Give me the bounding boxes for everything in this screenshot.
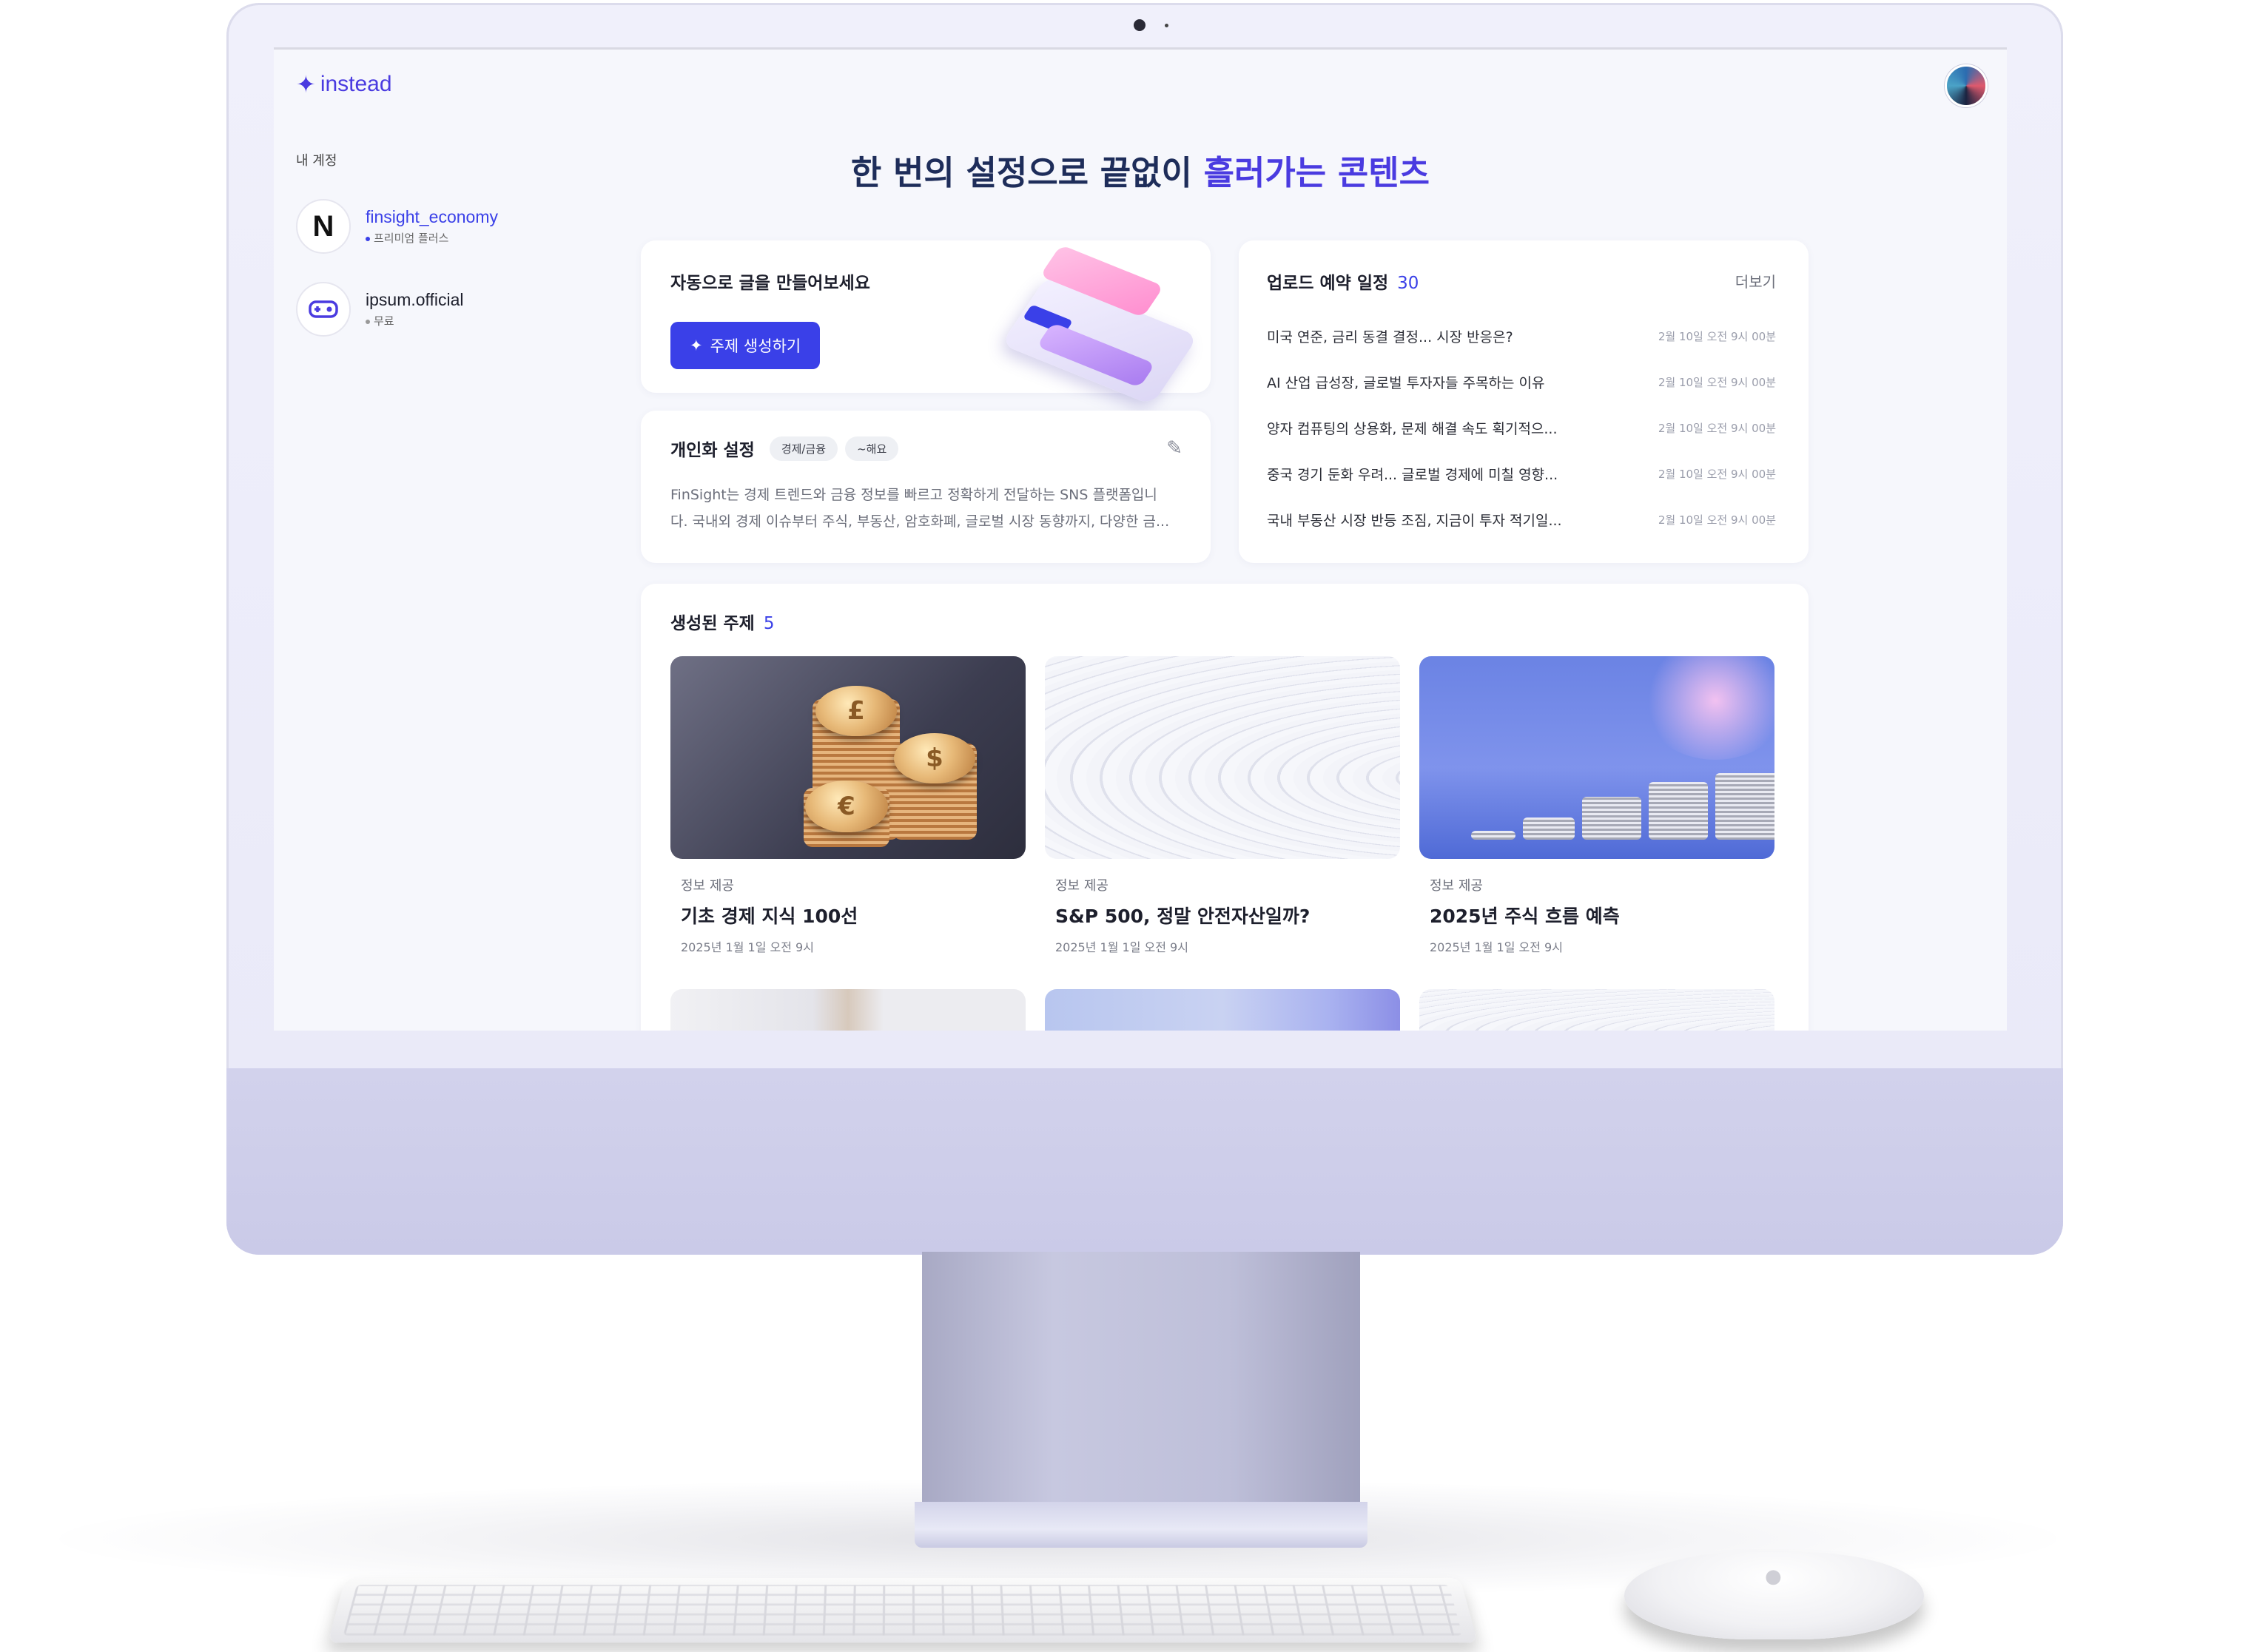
- mouse: ●: [1624, 1552, 1924, 1639]
- schedule-item-time: 2월 10일 오전 9시 00분: [1658, 513, 1776, 527]
- schedule-item[interactable]: 중국 경기 둔화 우려... 글로벌 경제에 미칠 영향... 2월 10일 오전…: [1267, 451, 1776, 496]
- chip-tone[interactable]: ~해요: [845, 436, 899, 461]
- schedule-list: 미국 연준, 금리 동결 결정... 시장 반응은? 2월 10일 오전 9시 0…: [1267, 313, 1776, 542]
- schedule-item-title: 중국 경기 둔화 우려... 글로벌 경제에 미칠 영향...: [1267, 466, 1558, 483]
- logo-text: instead: [320, 72, 392, 96]
- sparkle-icon: ✦: [690, 337, 703, 354]
- silver-stack-4: [1649, 782, 1708, 840]
- game-controller-icon: [296, 282, 351, 337]
- schedule-item-title: AI 산업 급성장, 글로벌 투자자들 주목하는 이유: [1267, 374, 1545, 391]
- edit-pencil-icon[interactable]: ✎: [1166, 437, 1182, 459]
- schedule-item-time: 2월 10일 오전 9시 00분: [1658, 421, 1776, 435]
- illustration-cards: [996, 244, 1199, 405]
- schedule-item[interactable]: 양자 컴퓨팅의 상용화, 문제 해결 속도 획기적으... 2월 10일 오전 9…: [1267, 405, 1776, 451]
- topic-thumbnail-silver-coins[interactable]: [1419, 656, 1774, 859]
- upload-schedule-card: 업로드 예약 일정 30 더보기 미국 연준, 금리 동결 결정... 시장 반응…: [1239, 240, 1809, 563]
- schedule-item[interactable]: 미국 연준, 금리 동결 결정... 시장 반응은? 2월 10일 오전 9시 0…: [1267, 313, 1776, 359]
- schedule-item-time: 2월 10일 오전 9시 00분: [1658, 375, 1776, 389]
- topic-thumbnail-partial[interactable]: [1419, 989, 1774, 1031]
- schedule-item-title: 미국 연준, 금리 동결 결정... 시장 반응은?: [1267, 328, 1513, 345]
- personalization-description: FinSight는 경제 트렌드와 금융 정보를 빠르고 정확하게 전달하는 S…: [670, 482, 1188, 535]
- schedule-count: 30: [1397, 274, 1419, 293]
- auto-create-title: 자동으로 글을 만들어보세요: [670, 274, 870, 293]
- app-screen: ✦ instead 내 계정 N finsight_economy 프리미엄 플…: [274, 47, 2007, 1031]
- personalization-header: 개인화 설정 경제/금융 ~해요: [670, 436, 899, 461]
- star-logo-icon: ✦: [296, 71, 316, 98]
- account-name: ipsum.official: [366, 290, 464, 309]
- headline-text: 한 번의 설정으로 끝없이: [850, 153, 1204, 192]
- account-logo-n-icon: N: [296, 199, 351, 254]
- topic-date: 2025년 1월 1일 오전 9시: [681, 940, 814, 954]
- topic-date: 2025년 1월 1일 오전 9시: [1430, 940, 1563, 954]
- schedule-header: 업로드 예약 일정 30: [1267, 269, 1419, 294]
- account-plan: 무료: [366, 313, 464, 328]
- account-plan-label: 무료: [374, 314, 394, 328]
- topic-category: 정보 제공: [681, 878, 734, 894]
- description-line-1: FinSight는 경제 트렌드와 금융 정보를 빠르고 정확하게 전달하는 S…: [670, 487, 1157, 503]
- silver-stack-3: [1582, 797, 1641, 840]
- topic-category: 정보 제공: [1430, 878, 1483, 894]
- glow-shape: [1641, 656, 1774, 760]
- topic-title[interactable]: S&P 500, 정말 안전자산일까?: [1055, 902, 1310, 928]
- plan-dot-icon: [366, 236, 370, 241]
- pound-coin-icon: £: [815, 686, 897, 736]
- imac-stand-foot: [915, 1502, 1367, 1548]
- headline-accent-text: 흘러가는 콘텐츠: [1203, 153, 1430, 192]
- topic-title[interactable]: 기초 경제 지식 100선: [681, 902, 858, 928]
- topic-thumbnail-coins[interactable]: £ $ €: [670, 656, 1026, 859]
- schedule-title: 업로드 예약 일정: [1267, 274, 1389, 293]
- silver-stack-2: [1523, 817, 1575, 840]
- account-name: finsight_economy: [366, 207, 498, 226]
- topic-thumbnail-partial[interactable]: [670, 989, 1026, 1031]
- description-line-2: 다. 국내외 경제 이슈부터 주식, 부동산, 암호화폐, 글로벌 시장 동향까…: [670, 513, 1170, 530]
- imac-chin: [226, 1068, 2063, 1255]
- silver-stack-5: [1715, 773, 1774, 840]
- sidebar-account-finsight[interactable]: N finsight_economy 프리미엄 플러스: [296, 199, 498, 254]
- keyboard-keys: [343, 1585, 1463, 1636]
- topic-thumbnail-waves[interactable]: [1045, 656, 1400, 859]
- silver-stack-1: [1471, 831, 1515, 840]
- generate-topic-button[interactable]: ✦ 주제 생성하기: [670, 322, 821, 369]
- user-avatar[interactable]: [1945, 64, 1988, 107]
- keyboard: [327, 1577, 1478, 1643]
- account-plan-label: 프리미엄 플러스: [374, 232, 449, 245]
- topic-date: 2025년 1월 1일 오전 9시: [1055, 940, 1188, 954]
- auto-create-card: 자동으로 글을 만들어보세요 ✦ 주제 생성하기: [641, 240, 1211, 405]
- euro-coin-icon: €: [805, 781, 888, 832]
- page-headline: 한 번의 설정으로 끝없이 흘러가는 콘텐츠: [274, 146, 2007, 194]
- plan-dot-icon: [366, 319, 370, 324]
- topics-title: 생성된 주제: [670, 614, 755, 633]
- schedule-item[interactable]: AI 산업 급성장, 글로벌 투자자들 주목하는 이유 2월 10일 오전 9시 …: [1267, 359, 1776, 405]
- camera-sensor: [1165, 24, 1168, 27]
- dollar-coin-icon: $: [894, 733, 975, 783]
- account-plan: 프리미엄 플러스: [366, 230, 498, 246]
- topic-title[interactable]: 2025년 주식 흐름 예측: [1430, 902, 1620, 928]
- schedule-item-title: 양자 컴퓨팅의 상용화, 문제 해결 속도 획기적으...: [1267, 420, 1558, 437]
- topic-category: 정보 제공: [1055, 878, 1109, 894]
- apple-logo-icon: ●: [1765, 1565, 1782, 1588]
- chip-category[interactable]: 경제/금융: [769, 436, 838, 461]
- schedule-item[interactable]: 국내 부동산 시장 반등 조짐, 지금이 투자 적기일... 2월 10일 오전 …: [1267, 496, 1776, 542]
- topics-count: 5: [763, 614, 775, 633]
- app-logo[interactable]: ✦ instead: [296, 70, 392, 98]
- personalization-card: 개인화 설정 경제/금융 ~해요 ✎ FinSight는 경제 트렌드와 금융 …: [641, 411, 1211, 563]
- camera-icon: [1134, 19, 1145, 31]
- schedule-item-time: 2월 10일 오전 9시 00분: [1658, 467, 1776, 481]
- topic-thumbnail-partial[interactable]: [1045, 989, 1400, 1031]
- personalization-title: 개인화 설정: [670, 441, 755, 460]
- sidebar-account-ipsum[interactable]: ipsum.official 무료: [296, 282, 464, 337]
- topics-header: 생성된 주제 5: [670, 609, 774, 634]
- more-link[interactable]: 더보기: [1735, 270, 1776, 291]
- schedule-item-title: 국내 부동산 시장 반등 조짐, 지금이 투자 적기일...: [1267, 512, 1562, 529]
- schedule-item-time: 2월 10일 오전 9시 00분: [1658, 329, 1776, 343]
- generate-topic-label: 주제 생성하기: [710, 337, 801, 355]
- generated-topics-card: 생성된 주제 5 £ $ € 정보 제공 기초 경제 지식 100선 2025년 …: [641, 584, 1809, 1031]
